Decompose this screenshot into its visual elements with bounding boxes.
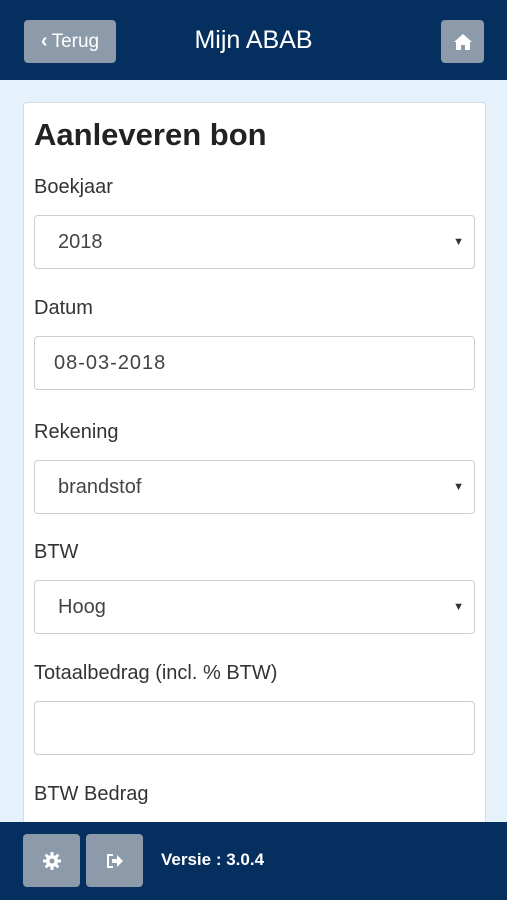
chevron-down-icon: ▼ (453, 601, 464, 613)
gear-icon (42, 851, 61, 870)
settings-button[interactable] (23, 834, 80, 887)
page-title: Aanleveren bon (34, 117, 267, 152)
rekening-label: Rekening (34, 421, 119, 443)
datum-value: 08-03-2018 (54, 351, 167, 374)
chevron-down-icon: ▼ (453, 481, 464, 493)
home-icon (453, 33, 472, 50)
totaalbedrag-label: Totaalbedrag (incl. % BTW) (34, 662, 278, 684)
home-button[interactable] (441, 20, 484, 63)
btw-value: Hoog (58, 595, 106, 618)
btw-bedrag-label: BTW Bedrag (34, 783, 149, 805)
chevron-down-icon: ▼ (453, 236, 464, 248)
sign-out-icon (106, 853, 123, 868)
boekjaar-select[interactable]: 2018 ▼ (34, 215, 475, 269)
totaalbedrag-input[interactable] (34, 701, 475, 755)
chevron-left-icon: ‹ (40, 29, 48, 52)
btw-label: BTW (34, 541, 79, 563)
form-card: Aanleveren bon Boekjaar 2018 ▼ Datum 08-… (23, 102, 486, 842)
bottom-bar: Versie : 3.0.4 (0, 822, 507, 900)
datum-input[interactable]: 08-03-2018 (34, 336, 475, 390)
back-button[interactable]: ‹ Terug (24, 20, 116, 63)
rekening-value: brandstof (58, 475, 142, 498)
btw-select[interactable]: Hoog ▼ (34, 580, 475, 634)
top-bar: ‹ Terug Mijn ABAB (0, 0, 507, 80)
boekjaar-value: 2018 (58, 230, 103, 253)
datum-label: Datum (34, 297, 93, 319)
rekening-select[interactable]: brandstof ▼ (34, 460, 475, 514)
boekjaar-label: Boekjaar (34, 176, 113, 198)
back-button-label: Terug (51, 30, 100, 52)
logout-button[interactable] (86, 834, 143, 887)
version-text: Versie : 3.0.4 (161, 850, 265, 869)
